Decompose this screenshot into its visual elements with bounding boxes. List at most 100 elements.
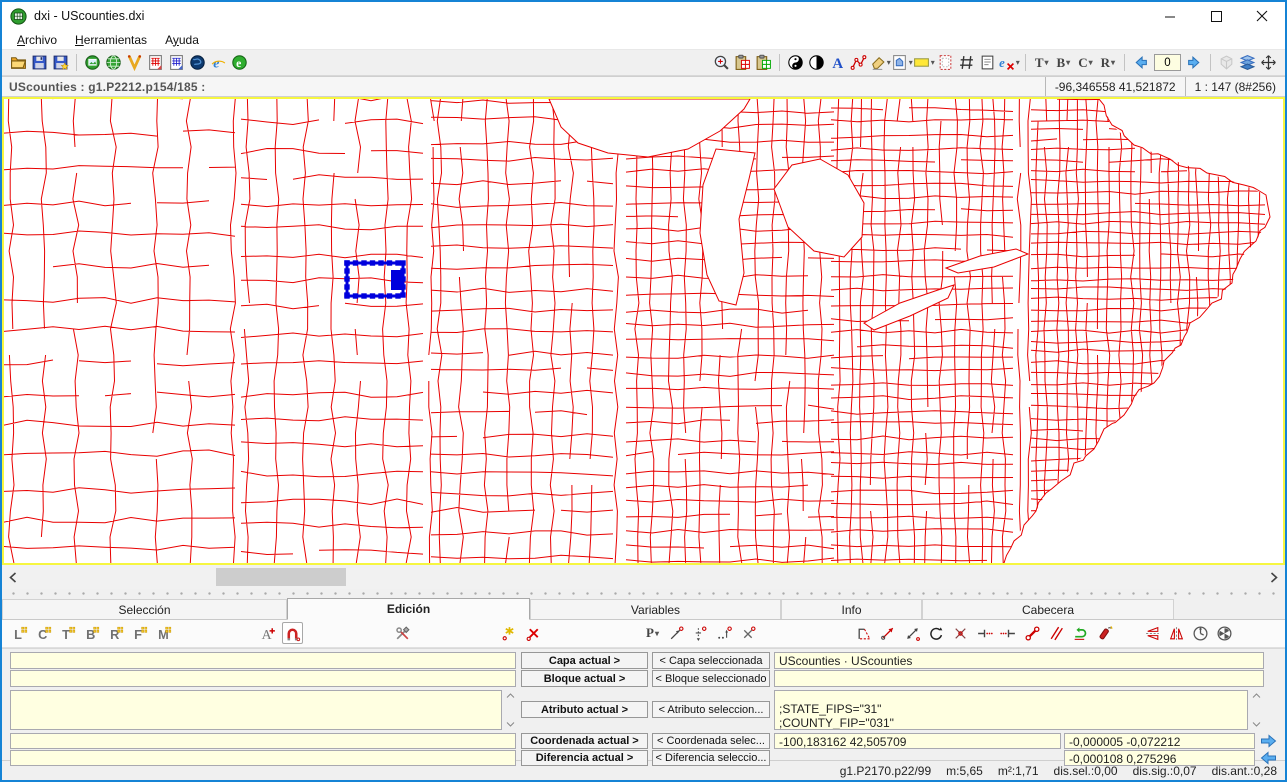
rotate-90-icon[interactable] (1190, 622, 1211, 644)
browser-green-icon[interactable]: e (229, 52, 250, 74)
scroll-left-icon[interactable] (2, 565, 24, 589)
image-view-icon[interactable] (82, 52, 103, 74)
save-as-icon[interactable] (50, 52, 71, 74)
scroll-right-icon[interactable] (1263, 565, 1285, 589)
coordenada-actual-button[interactable]: Coordenada actual > (521, 733, 648, 749)
tab-edicion[interactable]: Edición (287, 598, 530, 620)
capa-seleccionada-button[interactable]: < Capa seleccionada (652, 652, 770, 669)
diferencia-seleccionada-button[interactable]: < Diferencia seleccio... (652, 750, 770, 766)
fill-color-icon[interactable]: ▾ (913, 52, 935, 74)
scale-icon[interactable] (902, 622, 923, 644)
atributo-actual-field[interactable] (10, 690, 502, 730)
vertex-move-icon[interactable] (666, 622, 687, 644)
paste-map-red-icon[interactable] (732, 52, 753, 74)
capa-actual-field[interactable] (10, 652, 516, 669)
earth-dark-icon[interactable] (187, 52, 208, 74)
globe-green-icon[interactable] (103, 52, 124, 74)
explode-icon[interactable] (950, 622, 971, 644)
atributo-right-scroll[interactable] (1250, 692, 1262, 728)
reverse-icon[interactable] (1070, 622, 1091, 644)
map-hscrollbar[interactable] (2, 565, 1285, 589)
layers-icon[interactable] (1237, 52, 1258, 74)
folder-open-icon[interactable] (8, 52, 29, 74)
map-blue-icon[interactable] (166, 52, 187, 74)
atributo-seleccionado-field[interactable]: ;STATE_FIPS="31" ;COUNTY_FIP="031" (774, 690, 1248, 730)
tab-info[interactable]: Info (781, 599, 922, 619)
letter-tool-m-icon[interactable]: M (154, 622, 175, 644)
break-dynamite-icon[interactable] (1094, 622, 1115, 644)
diferencia-seleccionada-valor-field[interactable]: -0,000108 0,275296 (1064, 750, 1255, 766)
eraser-icon[interactable]: ▾ (869, 52, 891, 74)
doc-geometry-icon[interactable]: ▾ (891, 52, 913, 74)
coordenada-valor-field[interactable]: -100,183162 42,505709 (774, 733, 1061, 749)
hscroll-thumb[interactable] (216, 568, 346, 586)
letter-tool-r-icon[interactable]: R (106, 622, 127, 644)
coordenada-actual-field[interactable] (10, 733, 516, 749)
nav-counter-input[interactable] (1154, 54, 1181, 71)
flip-vertical-icon[interactable] (1142, 622, 1163, 644)
cube-icon[interactable] (1216, 52, 1237, 74)
bloque-seleccionado-field[interactable] (774, 670, 1264, 687)
bloque-actual-field[interactable] (10, 670, 516, 687)
frame-text-icon[interactable] (977, 52, 998, 74)
rotate-free-icon[interactable] (1214, 622, 1235, 644)
text-add-icon[interactable]: A (258, 622, 279, 644)
text-style-icon[interactable]: A (827, 52, 848, 74)
menu-r-dropdown[interactable]: R▾ (1097, 52, 1119, 74)
diferencia-actual-button[interactable]: Diferencia actual > (521, 750, 648, 766)
menu-herramientas[interactable]: Herramientas (66, 31, 156, 49)
letter-tool-f-icon[interactable]: F (130, 622, 151, 644)
tab-seleccion[interactable]: Selección (2, 599, 287, 619)
tab-cabecera[interactable]: Cabecera (922, 599, 1174, 619)
menu-c-dropdown[interactable]: C▾ (1074, 52, 1096, 74)
bloque-actual-button[interactable]: Bloque actual > (521, 670, 648, 687)
compass-cross-icon[interactable] (1258, 52, 1279, 74)
coordenada-seleccionada-valor-field[interactable]: -0,000005 -0,072212 (1064, 733, 1255, 749)
coordenada-next-icon[interactable] (1258, 733, 1278, 749)
nav-next-icon[interactable] (1184, 52, 1205, 74)
atributo-seleccionado-button[interactable]: < Atributo seleccion... (652, 701, 770, 718)
stretch-icon[interactable] (878, 622, 899, 644)
menu-ayuda[interactable]: Ayuda (156, 31, 208, 49)
point-new-icon[interactable] (499, 622, 520, 644)
panel-splitter[interactable] (2, 589, 1285, 598)
area-icon[interactable] (854, 622, 875, 644)
menu-p-dropdown[interactable]: P▾ (642, 622, 663, 644)
map-canvas[interactable] (4, 99, 1283, 563)
ie-blue-icon[interactable]: e (208, 52, 229, 74)
vertex-insert-icon[interactable] (690, 622, 711, 644)
letter-tool-l-icon[interactable]: L (10, 622, 31, 644)
capa-actual-button[interactable]: Capa actual > (521, 652, 648, 669)
maximize-button[interactable] (1193, 2, 1239, 30)
point-delete-icon[interactable] (523, 622, 544, 644)
mirror-horizontal-icon[interactable] (1166, 622, 1187, 644)
diferencia-prev-icon[interactable] (1258, 750, 1278, 766)
grid-hash-icon[interactable] (956, 52, 977, 74)
trim-start-icon[interactable] (974, 622, 995, 644)
zoom-region-icon[interactable] (711, 52, 732, 74)
map-red-icon[interactable] (145, 52, 166, 74)
close-button[interactable] (1239, 2, 1285, 30)
vertex-split-icon[interactable] (738, 622, 759, 644)
ie-error-icon[interactable]: e▾ (998, 52, 1020, 74)
menu-archivo[interactable]: Archivo (8, 31, 66, 49)
yin-yang-icon[interactable] (785, 52, 806, 74)
nav-prev-icon[interactable] (1130, 52, 1151, 74)
toolbox-icon[interactable] (392, 622, 413, 644)
diferencia-actual-field[interactable] (10, 750, 516, 766)
coordenada-seleccionada-button[interactable]: < Coordenada selec... (652, 733, 770, 749)
snap-magnet-icon[interactable] (282, 622, 303, 644)
paste-map-green-icon[interactable] (753, 52, 774, 74)
menu-b-dropdown[interactable]: B▾ (1053, 52, 1075, 74)
tab-variables[interactable]: Variables (530, 599, 781, 619)
contrast-icon[interactable] (806, 52, 827, 74)
letter-tool-c-icon[interactable]: C (34, 622, 55, 644)
menu-t-dropdown[interactable]: T▾ (1031, 52, 1053, 74)
vectorize-icon[interactable] (124, 52, 145, 74)
polyline-icon[interactable] (848, 52, 869, 74)
vertex-append-icon[interactable] (714, 622, 735, 644)
letter-tool-b-icon[interactable]: B (82, 622, 103, 644)
rotate-icon[interactable] (926, 622, 947, 644)
minimize-button[interactable] (1147, 2, 1193, 30)
parallel-icon[interactable] (1046, 622, 1067, 644)
